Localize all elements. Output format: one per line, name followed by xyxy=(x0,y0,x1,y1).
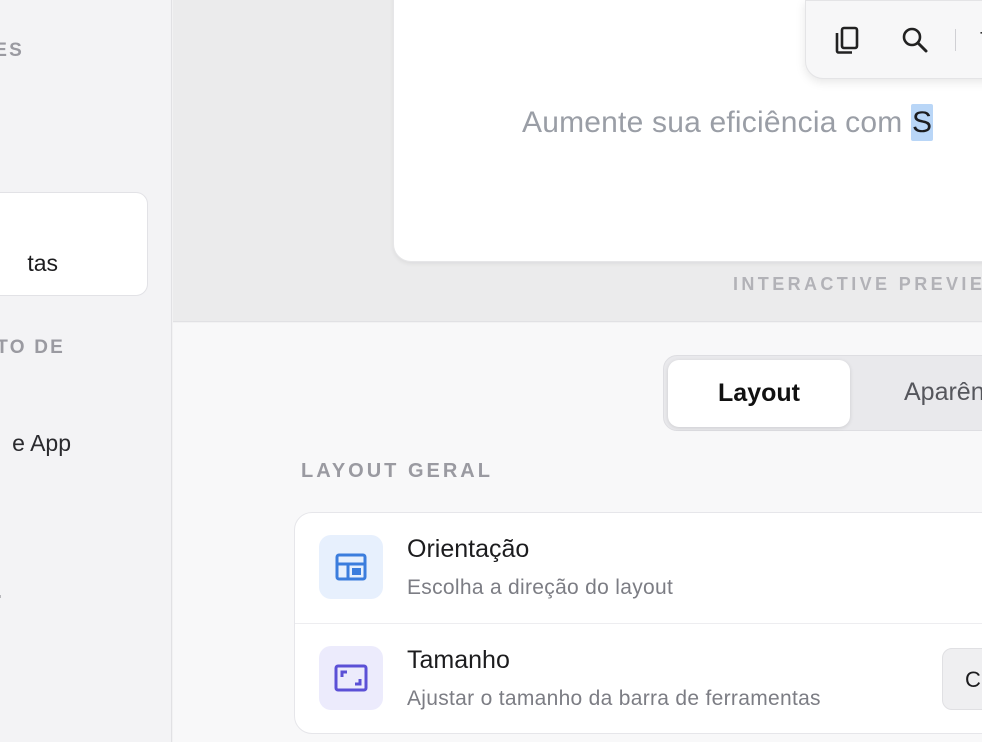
group-title: LAYOUT GERAL xyxy=(301,460,493,482)
tab-layout[interactable]: Layout xyxy=(668,360,850,427)
search-button[interactable] xyxy=(898,23,932,57)
toolbar-separator xyxy=(955,29,956,51)
preview-text[interactable]: Aumente sua eficiência com S xyxy=(522,104,934,141)
sidebar-item-selected-label: tas xyxy=(27,250,58,276)
setting-subtitle: Escolha a direção do layout xyxy=(407,576,674,599)
setting-row-orientation[interactable]: Orientação Escolha a direção do layout xyxy=(295,513,982,624)
preview-area: T Aumente sua eficiência com S INTERACTI… xyxy=(173,0,982,322)
sidebar-section-heading: TO DE xyxy=(0,337,65,358)
resize-icon xyxy=(319,646,383,710)
setting-subtitle: Ajustar o tamanho da barra de ferramenta… xyxy=(407,687,821,710)
segmented-control: Layout Aparên xyxy=(663,355,982,431)
setting-row-size[interactable]: Tamanho Ajustar o tamanho da barra de fe… xyxy=(295,624,982,735)
preview-text-selection[interactable]: S xyxy=(910,104,934,141)
search-icon xyxy=(902,27,928,53)
setting-title: Orientação xyxy=(407,535,530,563)
layout-icon xyxy=(319,535,383,599)
preview-text-plain: Aumente sua eficiência com xyxy=(522,106,911,139)
floating-toolbar: T xyxy=(805,0,982,79)
copy-button[interactable] xyxy=(830,23,864,57)
size-select[interactable]: C xyxy=(942,648,982,710)
sidebar-divider xyxy=(0,595,1,598)
settings-panel: Layout Aparên LAYOUT GERAL Orientação Es… xyxy=(173,323,982,742)
sidebar-item-selected[interactable] xyxy=(0,192,148,296)
sidebar-item-app[interactable]: e App xyxy=(12,430,71,457)
setting-title: Tamanho xyxy=(407,646,510,674)
tab-appearance[interactable]: Aparên xyxy=(904,378,982,407)
preview-caption: INTERACTIVE PREVIE xyxy=(733,274,982,294)
size-select-value: C xyxy=(965,667,981,692)
sidebar-section-heading: ES xyxy=(0,40,24,61)
settings-group: Orientação Escolha a direção do layout T… xyxy=(294,512,982,734)
copy-icon xyxy=(835,26,859,54)
sidebar: ES tas TO DE e App xyxy=(0,0,172,742)
